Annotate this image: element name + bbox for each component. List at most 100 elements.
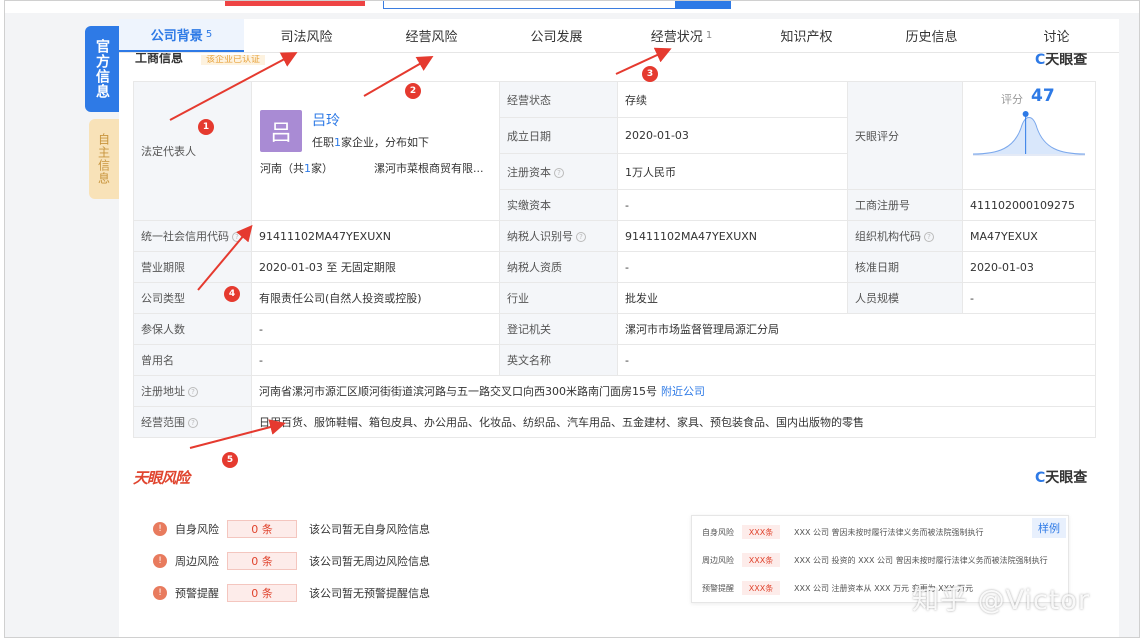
positions-pre: 任职 (312, 135, 334, 149)
tab-count: 5 (205, 29, 213, 40)
vtab-official-info[interactable]: 官方信息 (85, 26, 119, 112)
founded-label: 成立日期 (499, 117, 618, 154)
annotation-marker: 5 (222, 452, 238, 468)
capital-value: 1万人民币 (617, 153, 848, 190)
tab-operating-risk[interactable]: 经营风险 (369, 19, 494, 52)
help-icon[interactable]: ? (188, 418, 198, 428)
risk-row-warning[interactable]: ! 预警提醒 0 条 该公司暂无预警提醒信息 (153, 583, 430, 603)
table-row: 营业期限 2020-01-03 至 无固定期限 纳税人资质 - 核准日期 202… (133, 251, 1096, 283)
annotation-marker: 4 (224, 286, 240, 302)
bell-icon: ! (153, 586, 167, 600)
authority-label: 登记机关 (499, 313, 618, 345)
warning-icon: ! (153, 522, 167, 536)
sample-name: 周边风险 (702, 555, 734, 565)
tianyancha-logo: C天眼查 (1035, 467, 1087, 487)
staff-size-label: 人员规模 (847, 282, 963, 314)
score-value: 47 (1031, 86, 1055, 106)
tab-judicial-risk[interactable]: 司法风险 (244, 19, 369, 52)
legal-rep-name-link[interactable]: 吕玲 (312, 110, 340, 130)
org-code-label-cell: 组织机构代码? (847, 220, 963, 252)
brand-bar (225, 1, 365, 6)
table-row: 统一社会信用代码? 91411102MA47YEXUXN 纳税人识别号? 914… (133, 220, 1096, 252)
table-row: 注册地址? 河南省漯河市源汇区顺河街街道滨河路与五一路交叉口向西300米路南门面… (133, 375, 1096, 407)
org-code-label: 组织机构代码 (855, 230, 921, 243)
tab-history[interactable]: 历史信息 (869, 19, 994, 52)
search-input[interactable] (383, 1, 723, 9)
risk-message: 该公司暂无周边风险信息 (309, 555, 430, 568)
tab-label: 经营风险 (405, 30, 458, 45)
industry-value: 批发业 (617, 282, 848, 314)
tab-operating-status[interactable]: 经营状况 1 (619, 19, 744, 52)
tab-company-background[interactable]: 公司背景 5 (119, 19, 244, 52)
risk-message: 该公司暂无预警提醒信息 (309, 587, 430, 600)
annotation-marker: 1 (198, 119, 214, 135)
tianyancha-logo: C天眼查 (1035, 53, 1087, 67)
annotation-marker: 3 (642, 66, 658, 82)
scope-label-cell: 经营范围? (133, 406, 252, 438)
score-curve-fill (973, 117, 1085, 154)
tab-label: 司法风险 (280, 30, 333, 45)
reg-no-value: 411102000109275 (962, 189, 1096, 221)
positions-post: 家企业，分布如下 (341, 135, 429, 149)
tab-label: 公司背景 (150, 29, 203, 44)
legal-rep-label: 法定代表人 (133, 81, 252, 221)
tab-intellectual-property[interactable]: 知识产权 (744, 19, 869, 52)
tab-label: 经营状况 (650, 30, 703, 45)
help-icon[interactable]: ? (924, 232, 934, 242)
risk-name: 自身风险 (175, 523, 219, 536)
sample-row: 周边风险 XXX条 XXX 公司 投资的 XXX 公司 曾因未按时履行法律义务而… (702, 552, 1048, 568)
risk-row-self[interactable]: ! 自身风险 0 条 该公司暂无自身风险信息 (153, 519, 430, 539)
table-row: 公司类型 有限责任公司(自然人投资或控股) 行业 批发业 人员规模 - (133, 282, 1096, 314)
help-icon[interactable]: ? (554, 167, 564, 178)
address-cell: 河南省漯河市源汇区顺河街街道滨河路与五一路交叉口向西300米路南门面房15号 附近… (251, 375, 1096, 407)
insured-value: - (251, 313, 500, 345)
risk-count: 0 条 (227, 552, 297, 570)
sample-message: XXX 公司 曾因未按时履行法律义务而被法院强制执行 (794, 527, 984, 537)
capital-label: 注册资本 (507, 165, 551, 179)
risk-message: 该公司暂无自身风险信息 (309, 523, 430, 536)
legal-rep-box: 吕 吕玲 任职1家企业，分布如下 河南（共1家） 漯河市菜根商贸有限... (253, 98, 499, 205)
nearby-companies-link[interactable]: 附近公司 (661, 385, 705, 398)
paid-capital-label: 实缴资本 (499, 189, 618, 221)
capital-label-cell: 注册资本? (499, 153, 618, 190)
address-value: 河南省漯河市源汇区顺河街街道滨河路与五一路交叉口向西300米路南门面房15号 (259, 385, 657, 398)
table-row: 参保人数 - 登记机关 漯河市市场监督管理局源汇分局 (133, 313, 1096, 345)
help-icon[interactable]: ? (232, 232, 242, 242)
score-marker-dot (1022, 111, 1029, 117)
warning-icon: ! (153, 554, 167, 568)
search-button[interactable] (675, 1, 731, 9)
logo-text: 天眼查 (1045, 470, 1088, 486)
credit-code-value: 91411102MA47YEXUXN (251, 220, 500, 252)
scope-label: 经营范围 (141, 416, 185, 429)
founded-value: 2020-01-03 (617, 117, 848, 154)
sample-count: XXX条 (742, 525, 780, 539)
score-distribution-chart (972, 111, 1086, 156)
verified-badge: 该企业已认证 (201, 55, 266, 65)
score-cell: 评分 47 (962, 81, 1096, 190)
section-title: 工商信息 (135, 53, 184, 65)
approval-date-label: 核准日期 (847, 251, 963, 283)
province-count: 1 (304, 161, 311, 175)
risk-row-surrounding[interactable]: ! 周边风险 0 条 该公司暂无周边风险信息 (153, 551, 430, 571)
status-value: 存续 (617, 81, 848, 118)
help-icon[interactable]: ? (188, 387, 198, 397)
status-label: 经营状态 (499, 81, 618, 118)
tab-company-development[interactable]: 公司发展 (494, 19, 619, 52)
score-prefix: 评分 (1001, 93, 1023, 106)
logo-mark-icon: C (1035, 53, 1046, 67)
legal-rep-company-link[interactable]: 漯河市菜根商贸有限... (374, 160, 484, 176)
industry-label: 行业 (499, 282, 618, 314)
vtab-self-info[interactable]: 自主信息 (89, 119, 119, 199)
reg-no-label: 工商注册号 (847, 189, 963, 221)
top-toolbar-strip (5, 1, 1139, 13)
help-icon[interactable]: ? (576, 232, 586, 242)
province-text: 河南（共 (260, 161, 304, 175)
sample-count: XXX条 (742, 581, 780, 595)
score-box[interactable]: 评分 47 (964, 83, 1095, 189)
avatar[interactable]: 吕 (260, 109, 302, 152)
company-type-value: 有限责任公司(自然人投资或控股) (251, 282, 500, 314)
risk-count: 0 条 (227, 584, 297, 602)
tab-discussion[interactable]: 讨论 (994, 19, 1119, 52)
insured-label: 参保人数 (133, 313, 252, 345)
former-name-label: 曾用名 (133, 344, 252, 376)
